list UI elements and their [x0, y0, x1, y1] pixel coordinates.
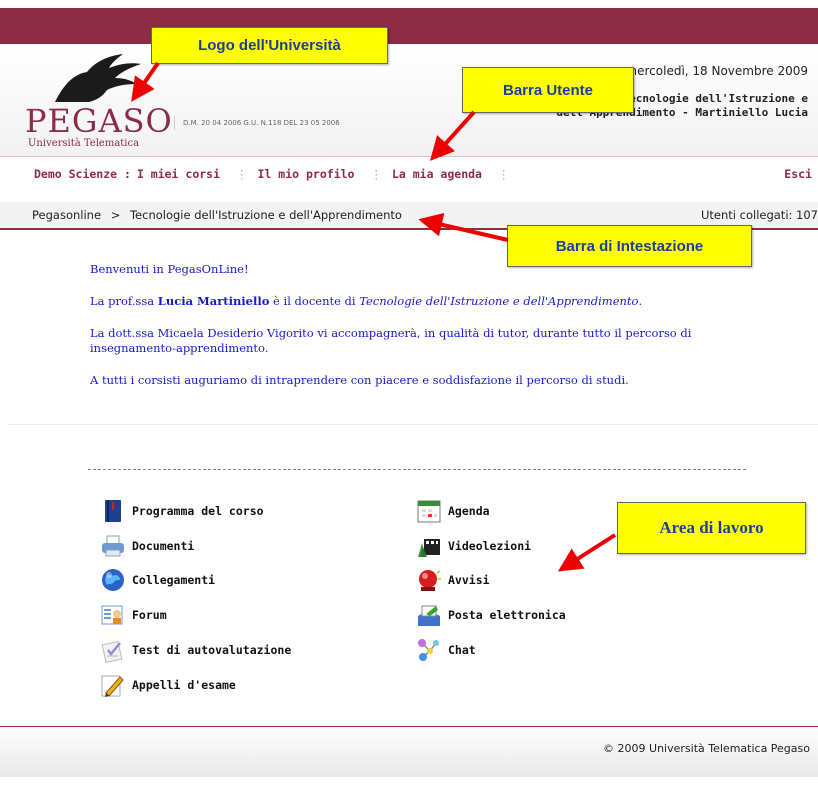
breadcrumb-current: Tecnologie dell'Istruzione e dell'Appren… — [129, 208, 402, 222]
logout-link[interactable]: Esci — [784, 167, 812, 181]
film-icon — [418, 539, 440, 557]
breadcrumb-root[interactable]: Pegasonline — [32, 208, 101, 222]
menu-item-label: Posta elettronica — [448, 608, 566, 622]
menu-item-label: Agenda — [448, 504, 490, 518]
course-name: Tecnologie dell'Istruzione e dell'Appren… — [359, 294, 639, 308]
teacher-line: La prof.ssa Lucia Martiniello è il docen… — [90, 294, 740, 309]
menu-item-links[interactable]: Collegamenti — [100, 566, 215, 594]
menu-item-email[interactable]: Posta elettronica — [416, 601, 566, 629]
callout-logo: Logo dell'Università — [151, 27, 388, 64]
globe-icon — [102, 569, 124, 591]
nav-separator: ⋮ — [370, 167, 382, 181]
menu-item-chat[interactable]: Chat — [416, 636, 476, 664]
forum-icon — [101, 605, 123, 625]
menu-item-label: Test di autovalutazione — [132, 643, 292, 657]
menu-item-agenda[interactable]: Agenda — [416, 497, 490, 525]
nav-separator: ⋮ — [236, 167, 248, 181]
logo-wordmark: PEGASO — [25, 102, 173, 140]
copyright: © 2009 Università Telematica Pegaso — [603, 742, 810, 755]
menu-item-documents[interactable]: Documenti — [100, 532, 194, 560]
current-date: mercoledì, 18 Novembre 2009 — [625, 64, 808, 78]
menu-item-label: Appelli d'esame — [132, 678, 236, 692]
alarm-icon — [419, 570, 441, 591]
nav-item-my-courses[interactable]: I miei corsi — [137, 167, 220, 181]
menu-item-course-program[interactable]: Programma del corso — [100, 497, 264, 525]
menu-item-label: Forum — [132, 608, 167, 622]
dashed-divider — [88, 469, 746, 470]
menu-item-forum[interactable]: Forum — [100, 601, 167, 629]
user-nav: Demo Scienze : I miei corsi ⋮ Il mio profil… — [34, 167, 519, 181]
nav-separator: ⋮ — [497, 167, 510, 181]
menu-item-label: Programma del corso — [132, 504, 264, 518]
pegasus-icon — [55, 54, 141, 102]
welcome-message: Benvenuti in PegasOnLine! La prof.ssa Lu… — [90, 262, 740, 405]
wishes-line: A tutti i corsisti auguriamo di intrapre… — [90, 373, 629, 387]
teacher-name: Lucia Martiniello — [157, 294, 270, 308]
nav-item-my-agenda[interactable]: La mia agenda — [392, 167, 482, 181]
menu-item-video-lessons[interactable]: Videolezioni — [416, 532, 531, 560]
users-online: Utenti collegati: 107 — [700, 208, 818, 222]
mail-icon — [418, 605, 440, 626]
teacher-mid: è il docente di — [269, 294, 360, 308]
menu-item-label: Collegamenti — [132, 573, 216, 587]
printer-icon — [102, 535, 124, 557]
callout-user-bar: Barra Utente — [462, 67, 634, 113]
tutor-line: La dott.ssa Micaela Desiderio Vigorito v… — [90, 326, 692, 355]
menu-item-label: Documenti — [132, 539, 195, 553]
nav-context: Demo Scienze : — [34, 167, 131, 181]
menu-item-label: Chat — [448, 643, 476, 657]
calendar-icon — [417, 500, 441, 523]
checklist-icon — [101, 640, 123, 663]
pencil-icon — [101, 675, 124, 697]
breadcrumb-separator: > — [110, 208, 121, 222]
teacher-prefix: La prof.ssa — [90, 294, 158, 308]
nav-item-my-profile[interactable]: Il mio profilo — [258, 167, 355, 181]
menu-item-label: Avvisi — [448, 573, 490, 587]
decree-text: D.M. 20 04 2006 G.U. N.118 DEL 23 05 200… — [174, 116, 340, 130]
callout-header-bar: Barra di Intestazione — [507, 225, 752, 267]
menu-item-exam-sessions[interactable]: Appelli d'esame — [100, 671, 236, 699]
menu-item-self-test[interactable]: Test di autovalutazione — [100, 636, 291, 664]
teacher-end: . — [638, 294, 643, 308]
divider — [8, 424, 818, 425]
breadcrumb: Pegasonline > Tecnologie dell'Istruzione… — [32, 208, 402, 222]
menu-item-label: Videolezioni — [448, 539, 532, 553]
callout-work-area: Area di lavoro — [617, 502, 806, 554]
menu-item-notices[interactable]: Avvisi — [416, 566, 490, 594]
logo-subtitle: Università Telematica — [28, 138, 140, 149]
arrow-work-area — [557, 533, 617, 572]
book-icon — [105, 500, 121, 522]
chat-icon — [418, 639, 439, 661]
top-band — [0, 8, 818, 44]
university-logo[interactable]: PEGASO Università Telematica — [25, 52, 172, 152]
